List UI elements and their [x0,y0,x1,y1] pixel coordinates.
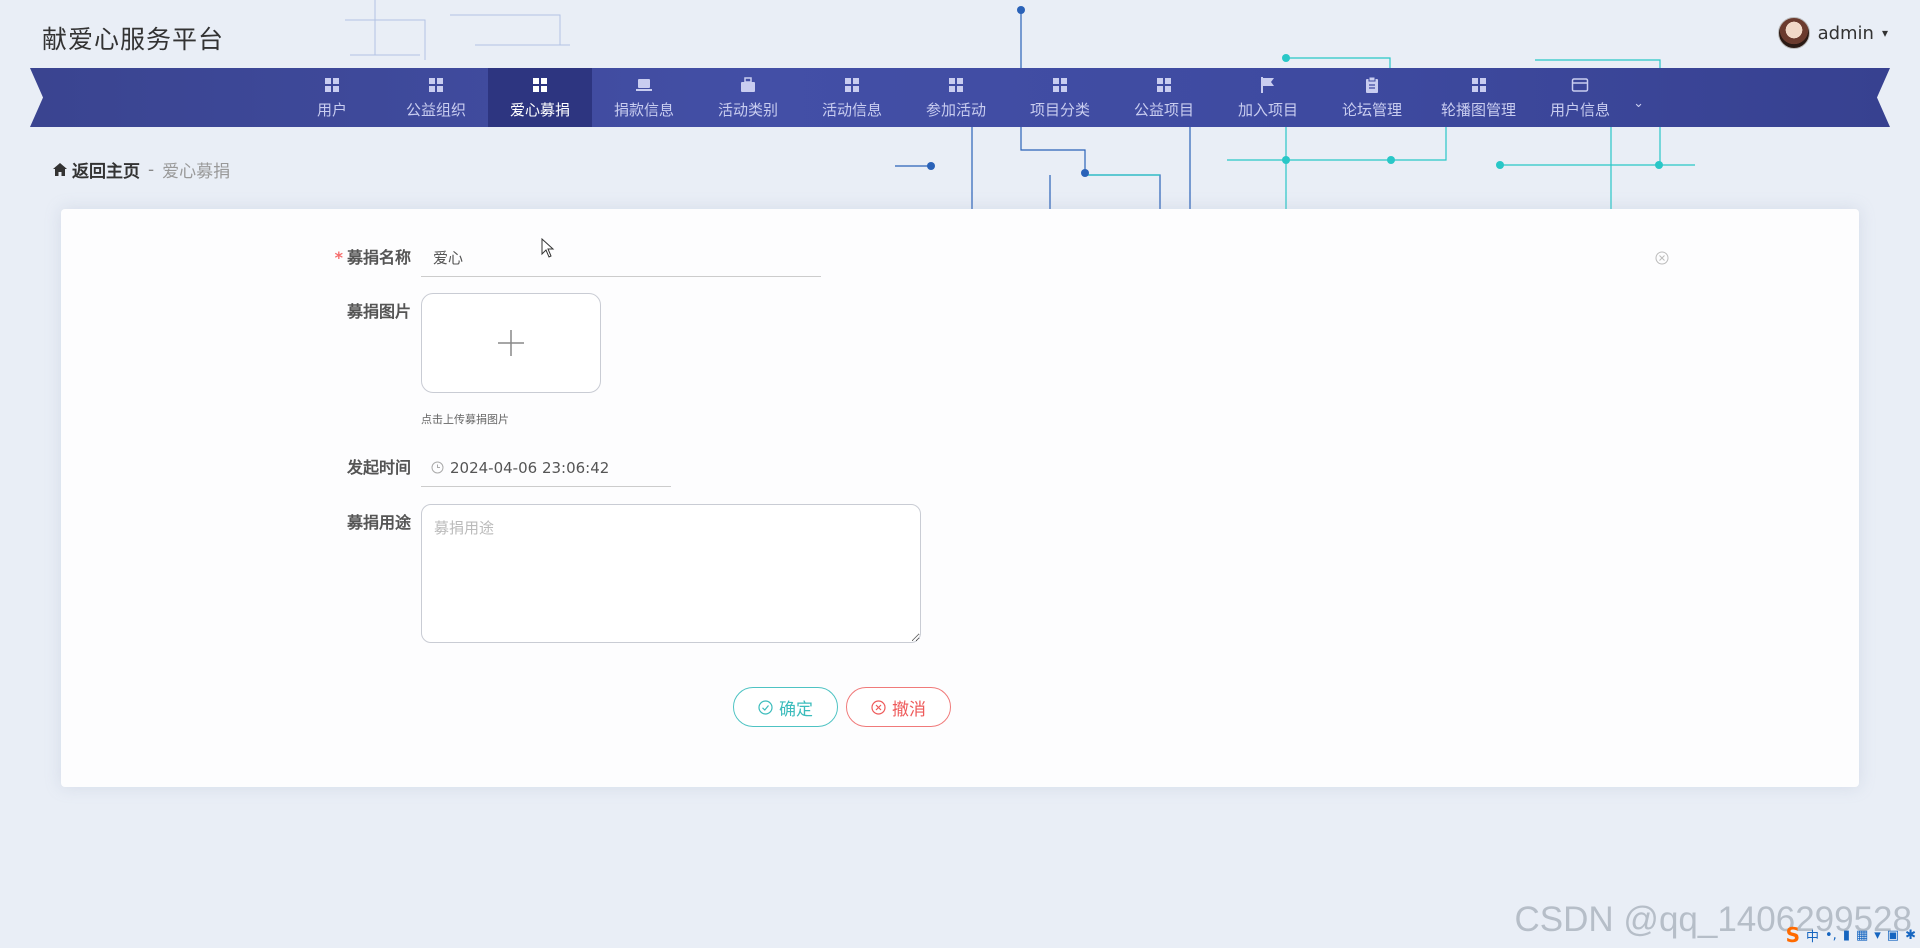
image-label: 募捐图片 [346,302,411,321]
nav-item-11[interactable]: 轮播图管理 [1424,68,1533,127]
nav-item-label: 活动类别 [717,100,778,119]
grid-icon [1471,77,1486,92]
start-time-picker[interactable]: 2024-04-06 23:06:42 [421,449,671,487]
toolbox-icon[interactable]: ▣ [1887,928,1899,943]
nav-item-label: 用户 [316,100,347,119]
form-row-name: * 募捐名称 [311,239,821,277]
skin-icon[interactable]: ▾ [1874,928,1881,943]
close-circle-icon [871,699,886,715]
form-card: *募捐名称 募捐图片 点击上传募捐图片 发起时间 2024-04-06 23:0… [61,209,1859,787]
grid-icon [533,77,547,92]
nav-item-label: 公益项目 [1133,100,1194,119]
nav-item-label: 项目分类 [1029,100,1090,119]
upload-tip: 点击上传募捐图片 [421,413,509,426]
system-tray: S 中 •, ▮ ▦ ▾ ▣ ✱ [1786,922,1916,948]
grid-icon [845,77,859,92]
nav-item-4[interactable]: 活动类别 [696,68,800,127]
briefcase-icon [741,76,755,92]
name-label-text: 募捐名称 [346,248,411,267]
breadcrumb-home-link[interactable]: 返回主页 [52,157,140,182]
top-header: 献爱心服务平台 admin ▾ [0,0,1920,68]
nav-item-label: 捐款信息 [613,100,674,119]
plus-icon [498,330,524,356]
breadcrumb-home-label: 返回主页 [72,162,140,182]
nav-item-label: 活动信息 [821,100,882,119]
grid-icon [429,77,443,92]
flag-icon [1261,76,1274,93]
nav-item-label: 用户信息 [1550,100,1611,119]
username[interactable]: admin [1818,23,1874,44]
purpose-label: 募捐用途 [346,513,411,532]
ime-logo[interactable]: S [1786,923,1800,947]
nav-item-label: 轮播图管理 [1441,100,1517,119]
grid-icon [325,77,339,92]
breadcrumb: 返回主页 - 爱心募捐 [52,157,230,182]
clock-icon [431,461,444,474]
nav-item-12[interactable]: 用户信息 ⌄ [1533,68,1646,127]
nav-item-5[interactable]: 活动信息 [800,68,904,127]
ime-language[interactable]: 中 [1806,926,1819,945]
purpose-textarea[interactable] [421,504,921,643]
chevron-down-icon[interactable]: ⌄ [1633,96,1644,111]
image-upload-button[interactable] [421,293,601,393]
main-navbar: 用户 公益组织 爱心募捐 捐款信息 活动类别 活动信息 参加活动 项目分类 公益项目 加入项目 论坛… [30,68,1890,127]
clear-icon[interactable] [1655,251,1669,265]
cancel-button[interactable]: 撤消 [846,687,951,727]
confirm-label: 确定 [779,699,813,720]
nav-item-6[interactable]: 参加活动 [904,68,1008,127]
site-title: 献爱心服务平台 [42,25,225,54]
check-circle-icon [758,699,773,715]
punctuation-icon[interactable]: •, [1825,928,1837,943]
microphone-icon[interactable]: ▮ [1843,928,1850,943]
nav-item-8[interactable]: 公益项目 [1112,68,1216,127]
required-mark: * [334,248,343,267]
keyboard-icon[interactable]: ▦ [1856,928,1868,943]
nav-item-10[interactable]: 论坛管理 [1320,68,1424,127]
home-icon [53,163,67,176]
name-label: * 募捐名称 [311,239,421,277]
nav-item-7[interactable]: 项目分类 [1008,68,1112,127]
nav-item-9[interactable]: 加入项目 [1216,68,1320,127]
nav-item-label: 论坛管理 [1341,100,1402,119]
caret-down-icon[interactable]: ▾ [1882,26,1888,40]
nav-item-label: 加入项目 [1237,100,1298,119]
grid-icon [1053,77,1067,92]
nav-item-label: 公益组织 [405,100,466,119]
cancel-label: 撤消 [892,699,926,720]
form-row-time: 发起时间 2024-04-06 23:06:42 [311,449,671,487]
laptop-icon [636,78,652,91]
start-time-value: 2024-04-06 23:06:42 [450,458,610,477]
nav-item-0[interactable]: 用户 [280,68,384,127]
mouse-cursor-icon [541,238,555,258]
settings-icon[interactable]: ✱ [1905,928,1916,943]
clipboard-icon [1366,76,1378,93]
avatar[interactable] [1777,17,1810,49]
nav-item-1[interactable]: 公益组织 [384,68,488,127]
nav-item-label: 爱心募捐 [509,100,570,119]
nav-items: 用户 公益组织 爱心募捐 捐款信息 活动类别 活动信息 参加活动 项目分类 公益项目 加入项目 论坛… [280,68,1646,127]
grid-icon [1157,77,1171,92]
form-row-image: 募捐图片 点击上传募捐图片 [311,293,601,427]
form-row-purpose: 募捐用途 [311,504,921,643]
donation-name-input[interactable] [421,239,821,277]
breadcrumb-separator: - [148,159,155,180]
user-menu[interactable]: admin ▾ [1777,16,1888,50]
time-label: 发起时间 [346,458,411,477]
nav-item-3[interactable]: 捐款信息 [592,68,696,127]
breadcrumb-current: 爱心募捐 [162,162,231,182]
nav-item-2[interactable]: 爱心募捐 [488,68,592,127]
grid-icon [949,77,963,92]
card-icon [1571,77,1589,92]
nav-item-label: 参加活动 [925,100,986,119]
confirm-button[interactable]: 确定 [733,687,838,727]
